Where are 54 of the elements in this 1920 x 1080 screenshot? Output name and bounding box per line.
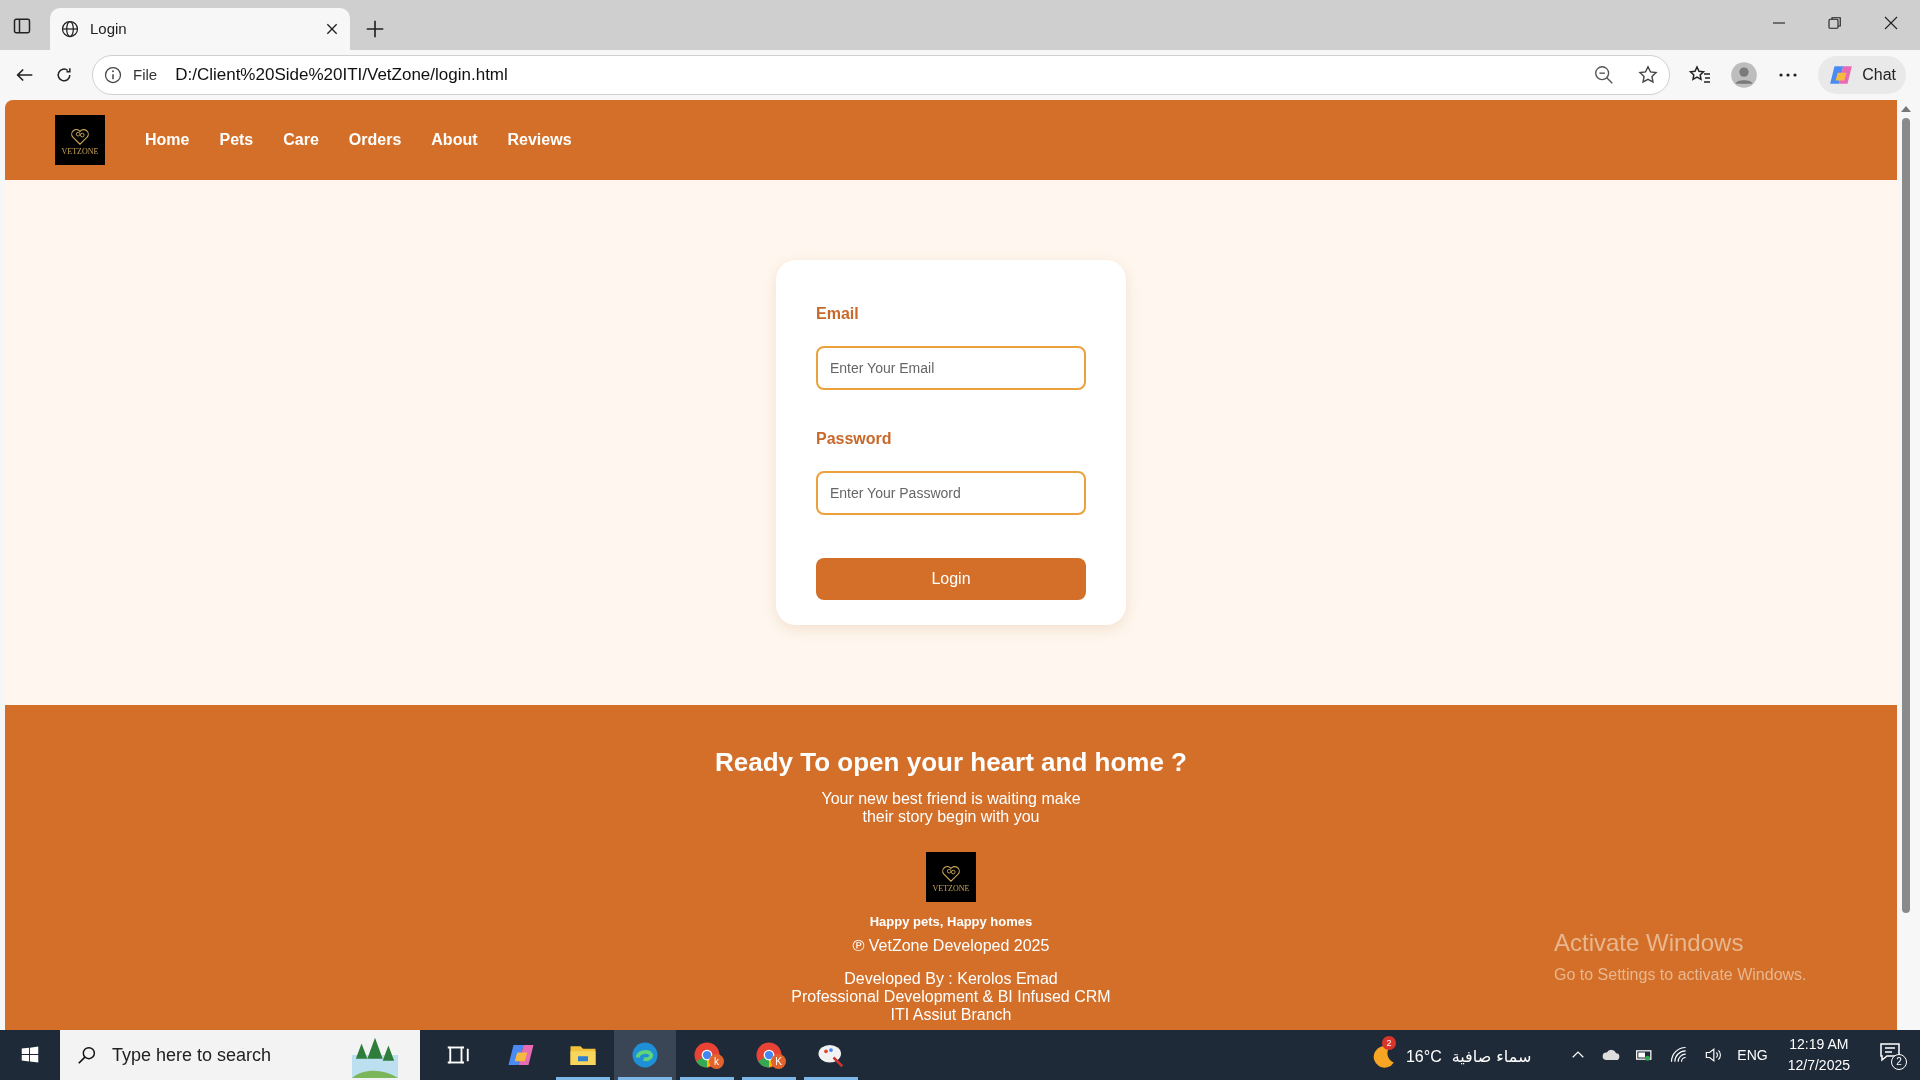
message-icon: [1878, 1040, 1902, 1064]
login-button[interactable]: Login: [816, 558, 1086, 600]
activation-subtitle: Go to Settings to activate Windows.: [1554, 965, 1807, 985]
close-icon[interactable]: [324, 21, 340, 37]
nav-link[interactable]: Orders: [348, 128, 402, 152]
nav-link[interactable]: Home: [145, 128, 190, 152]
clock[interactable]: 12:19 AM 12/7/2025: [1787, 1034, 1850, 1076]
notification-badge: 2: [1381, 1036, 1396, 1050]
footer-subtitle: Your new best friend is waiting make their story begin with you: [821, 790, 1081, 826]
star-icon[interactable]: [1637, 64, 1660, 86]
temperature-text: 16°C: [1405, 1047, 1442, 1067]
field-label: Email: [816, 304, 860, 324]
language-indicator[interactable]: ENG: [1737, 1044, 1768, 1066]
email-field[interactable]: Enter Your Email: [816, 346, 1086, 390]
search-icon: [76, 1044, 98, 1066]
globe-icon: [60, 19, 80, 39]
info-icon: [103, 65, 123, 85]
footer-tagline: Happy pets, Happy homes: [869, 913, 1033, 931]
close-icon[interactable]: [1882, 14, 1900, 32]
app-badge: k: [709, 1054, 724, 1069]
address-bar[interactable]: File D:/Client%20Side%20ITI/VetZone/login.html: [92, 55, 1671, 95]
url-text: D:/Client%20Side%20ITI/VetZone/login.html: [175, 64, 509, 87]
footer-heading: Ready To open your heart and home ?: [715, 746, 1187, 779]
browser-icon: [630, 1040, 660, 1070]
reload-icon[interactable]: [54, 65, 74, 85]
restore-icon[interactable]: [1826, 14, 1844, 32]
nav-link[interactable]: About: [431, 128, 478, 152]
activation-title: Activate Windows: [1554, 928, 1745, 958]
new-tab-icon[interactable]: [364, 18, 386, 40]
tab-title: Login: [90, 18, 128, 39]
notification-count: 2: [1891, 1054, 1907, 1070]
logo-text: VETZONE: [61, 146, 99, 156]
nav-link[interactable]: Pets: [219, 128, 254, 152]
search-placeholder: Type here to search: [112, 1043, 272, 1067]
search-field[interactable]: Type here to search: [60, 1030, 420, 1080]
browser-tab[interactable]: Login: [50, 8, 350, 50]
copyright-text: ℗ VetZone Developed 2025: [852, 935, 1050, 956]
logo-text: VETZONE: [932, 883, 970, 893]
app-badge: K: [771, 1054, 786, 1069]
weather-condition: سماء صافية: [1451, 1046, 1532, 1068]
nav-link[interactable]: Care: [283, 128, 319, 152]
field-label: Password: [816, 429, 893, 449]
time-text: 12:19 AM: [1789, 1035, 1849, 1054]
notifications-button[interactable]: 2: [1878, 1040, 1906, 1070]
taskbar-app[interactable]: k: [676, 1030, 738, 1080]
nav-link[interactable]: Reviews: [507, 128, 572, 152]
taskbar-app[interactable]: K: [738, 1030, 800, 1080]
chat-button[interactable]: Chat: [1818, 56, 1906, 94]
credits-text: Developed By : Kerolos Emad Professional Development & BI Infused CRM ITI Assiut Branch: [791, 969, 1111, 1024]
password-field[interactable]: Enter Your Password: [816, 471, 1086, 515]
date-text: 12/7/2025: [1787, 1056, 1850, 1075]
profile-avatar-icon[interactable]: [1730, 61, 1759, 89]
sidebar-icon[interactable]: [12, 16, 32, 36]
address-scheme: File: [133, 64, 158, 85]
